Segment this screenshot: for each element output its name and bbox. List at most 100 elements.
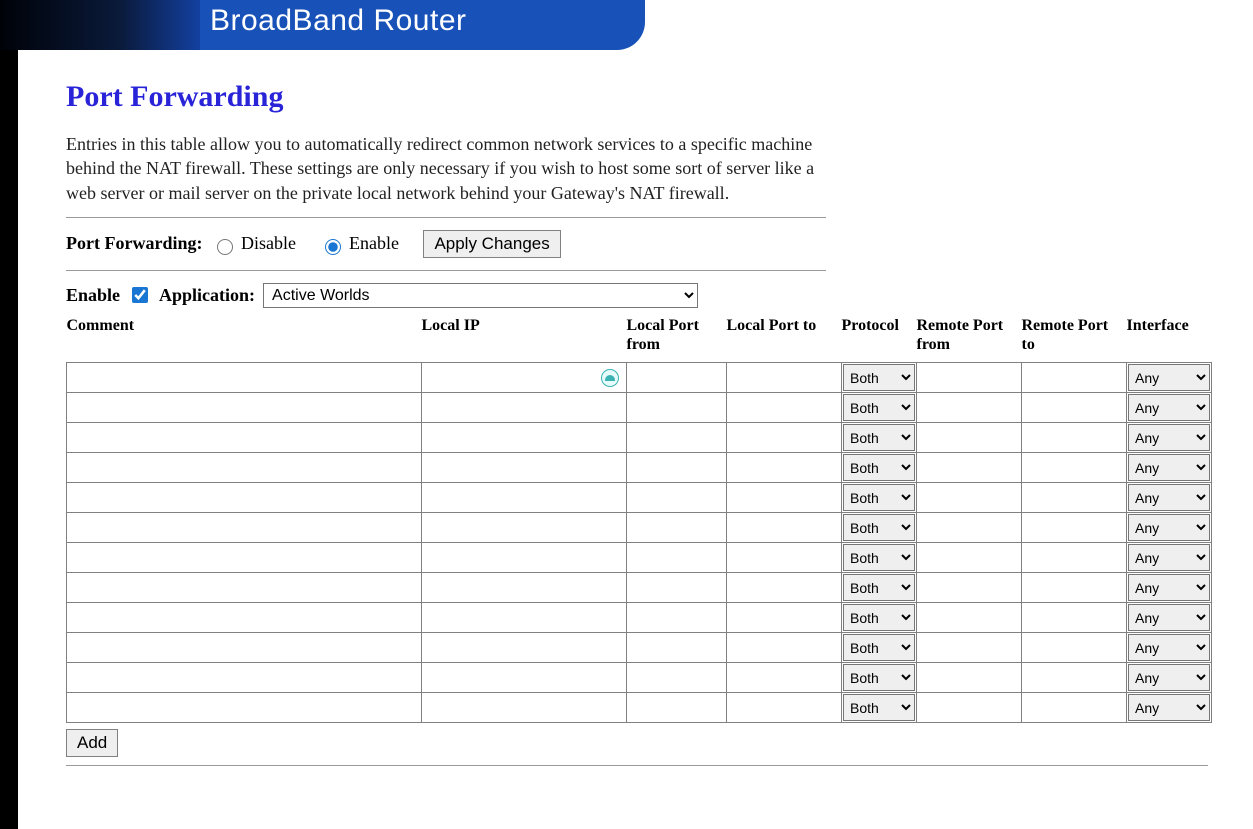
apply-changes-button[interactable]: Apply Changes <box>423 230 560 258</box>
remote-port-to-input[interactable] <box>1023 574 1125 601</box>
interface-select[interactable]: Any <box>1128 514 1210 541</box>
local-port-to-input[interactable] <box>728 454 840 481</box>
interface-select[interactable]: Any <box>1128 634 1210 661</box>
protocol-select[interactable]: Both <box>843 454 915 481</box>
local-port-from-input[interactable] <box>628 694 725 721</box>
enable-checkbox[interactable] <box>132 287 148 303</box>
remote-port-from-input[interactable] <box>918 694 1020 721</box>
comment-input[interactable] <box>68 484 420 511</box>
remote-port-to-input[interactable] <box>1023 364 1125 391</box>
remote-port-from-input[interactable] <box>918 424 1020 451</box>
remote-port-to-input[interactable] <box>1023 694 1125 721</box>
local-port-to-input[interactable] <box>728 424 840 451</box>
comment-input[interactable] <box>68 514 420 541</box>
remote-port-from-input[interactable] <box>918 544 1020 571</box>
interface-select[interactable]: Any <box>1128 694 1210 721</box>
remote-port-to-input[interactable] <box>1023 604 1125 631</box>
local-ip-input[interactable] <box>423 604 625 631</box>
local-ip-input[interactable] <box>423 514 625 541</box>
remote-port-from-input[interactable] <box>918 514 1020 541</box>
local-ip-input[interactable] <box>423 544 625 571</box>
local-ip-input[interactable] <box>423 664 625 691</box>
protocol-select[interactable]: Both <box>843 634 915 661</box>
local-port-from-input[interactable] <box>628 604 725 631</box>
local-ip-input[interactable] <box>423 364 625 391</box>
interface-select[interactable]: Any <box>1128 544 1210 571</box>
local-ip-input[interactable] <box>423 454 625 481</box>
local-port-from-input[interactable] <box>628 394 725 421</box>
comment-input[interactable] <box>68 364 420 391</box>
remote-port-to-input[interactable] <box>1023 544 1125 571</box>
remote-port-from-input[interactable] <box>918 484 1020 511</box>
remote-port-from-input[interactable] <box>918 574 1020 601</box>
protocol-select[interactable]: Both <box>843 394 915 421</box>
disable-radio[interactable] <box>217 239 233 255</box>
local-port-to-input[interactable] <box>728 634 840 661</box>
remote-port-from-input[interactable] <box>918 364 1020 391</box>
local-port-from-input[interactable] <box>628 634 725 661</box>
remote-port-to-input[interactable] <box>1023 634 1125 661</box>
local-port-to-input[interactable] <box>728 694 840 721</box>
protocol-select[interactable]: Both <box>843 514 915 541</box>
local-ip-input[interactable] <box>423 694 625 721</box>
local-port-from-input[interactable] <box>628 544 725 571</box>
remote-port-to-input[interactable] <box>1023 664 1125 691</box>
interface-select[interactable]: Any <box>1128 664 1210 691</box>
local-port-from-input[interactable] <box>628 454 725 481</box>
interface-select[interactable]: Any <box>1128 484 1210 511</box>
local-port-to-input[interactable] <box>728 574 840 601</box>
comment-input[interactable] <box>68 394 420 421</box>
remote-port-from-input[interactable] <box>918 454 1020 481</box>
interface-select[interactable]: Any <box>1128 424 1210 451</box>
comment-input[interactable] <box>68 574 420 601</box>
local-ip-input[interactable] <box>423 424 625 451</box>
protocol-select[interactable]: Both <box>843 484 915 511</box>
local-port-from-input[interactable] <box>628 514 725 541</box>
remote-port-to-input[interactable] <box>1023 394 1125 421</box>
local-ip-input[interactable] <box>423 484 625 511</box>
local-port-from-input[interactable] <box>628 484 725 511</box>
interface-select[interactable]: Any <box>1128 454 1210 481</box>
local-port-to-input[interactable] <box>728 364 840 391</box>
enable-radio[interactable] <box>325 239 341 255</box>
interface-select[interactable]: Any <box>1128 364 1210 391</box>
local-port-to-input[interactable] <box>728 544 840 571</box>
comment-input[interactable] <box>68 424 420 451</box>
enable-option[interactable]: Enable <box>320 233 398 254</box>
local-port-to-input[interactable] <box>728 604 840 631</box>
comment-input[interactable] <box>68 664 420 691</box>
local-port-to-input[interactable] <box>728 484 840 511</box>
local-ip-input[interactable] <box>423 394 625 421</box>
comment-input[interactable] <box>68 694 420 721</box>
interface-select[interactable]: Any <box>1128 394 1210 421</box>
remote-port-from-input[interactable] <box>918 664 1020 691</box>
local-port-from-input[interactable] <box>628 424 725 451</box>
protocol-select[interactable]: Both <box>843 604 915 631</box>
protocol-select[interactable]: Both <box>843 694 915 721</box>
local-ip-input[interactable] <box>423 634 625 661</box>
remote-port-from-input[interactable] <box>918 394 1020 421</box>
protocol-select[interactable]: Both <box>843 424 915 451</box>
remote-port-from-input[interactable] <box>918 604 1020 631</box>
comment-input[interactable] <box>68 634 420 661</box>
local-port-to-input[interactable] <box>728 664 840 691</box>
interface-select[interactable]: Any <box>1128 574 1210 601</box>
local-port-from-input[interactable] <box>628 364 725 391</box>
interface-select[interactable]: Any <box>1128 604 1210 631</box>
remote-port-to-input[interactable] <box>1023 424 1125 451</box>
local-port-from-input[interactable] <box>628 574 725 601</box>
disable-option[interactable]: Disable <box>212 233 295 254</box>
protocol-select[interactable]: Both <box>843 574 915 601</box>
comment-input[interactable] <box>68 604 420 631</box>
comment-input[interactable] <box>68 544 420 571</box>
protocol-select[interactable]: Both <box>843 664 915 691</box>
protocol-select[interactable]: Both <box>843 364 915 391</box>
remote-port-to-input[interactable] <box>1023 514 1125 541</box>
remote-port-to-input[interactable] <box>1023 454 1125 481</box>
local-port-to-input[interactable] <box>728 394 840 421</box>
remote-port-from-input[interactable] <box>918 634 1020 661</box>
remote-port-to-input[interactable] <box>1023 484 1125 511</box>
application-select[interactable]: Active Worlds <box>263 283 698 308</box>
local-port-from-input[interactable] <box>628 664 725 691</box>
protocol-select[interactable]: Both <box>843 544 915 571</box>
